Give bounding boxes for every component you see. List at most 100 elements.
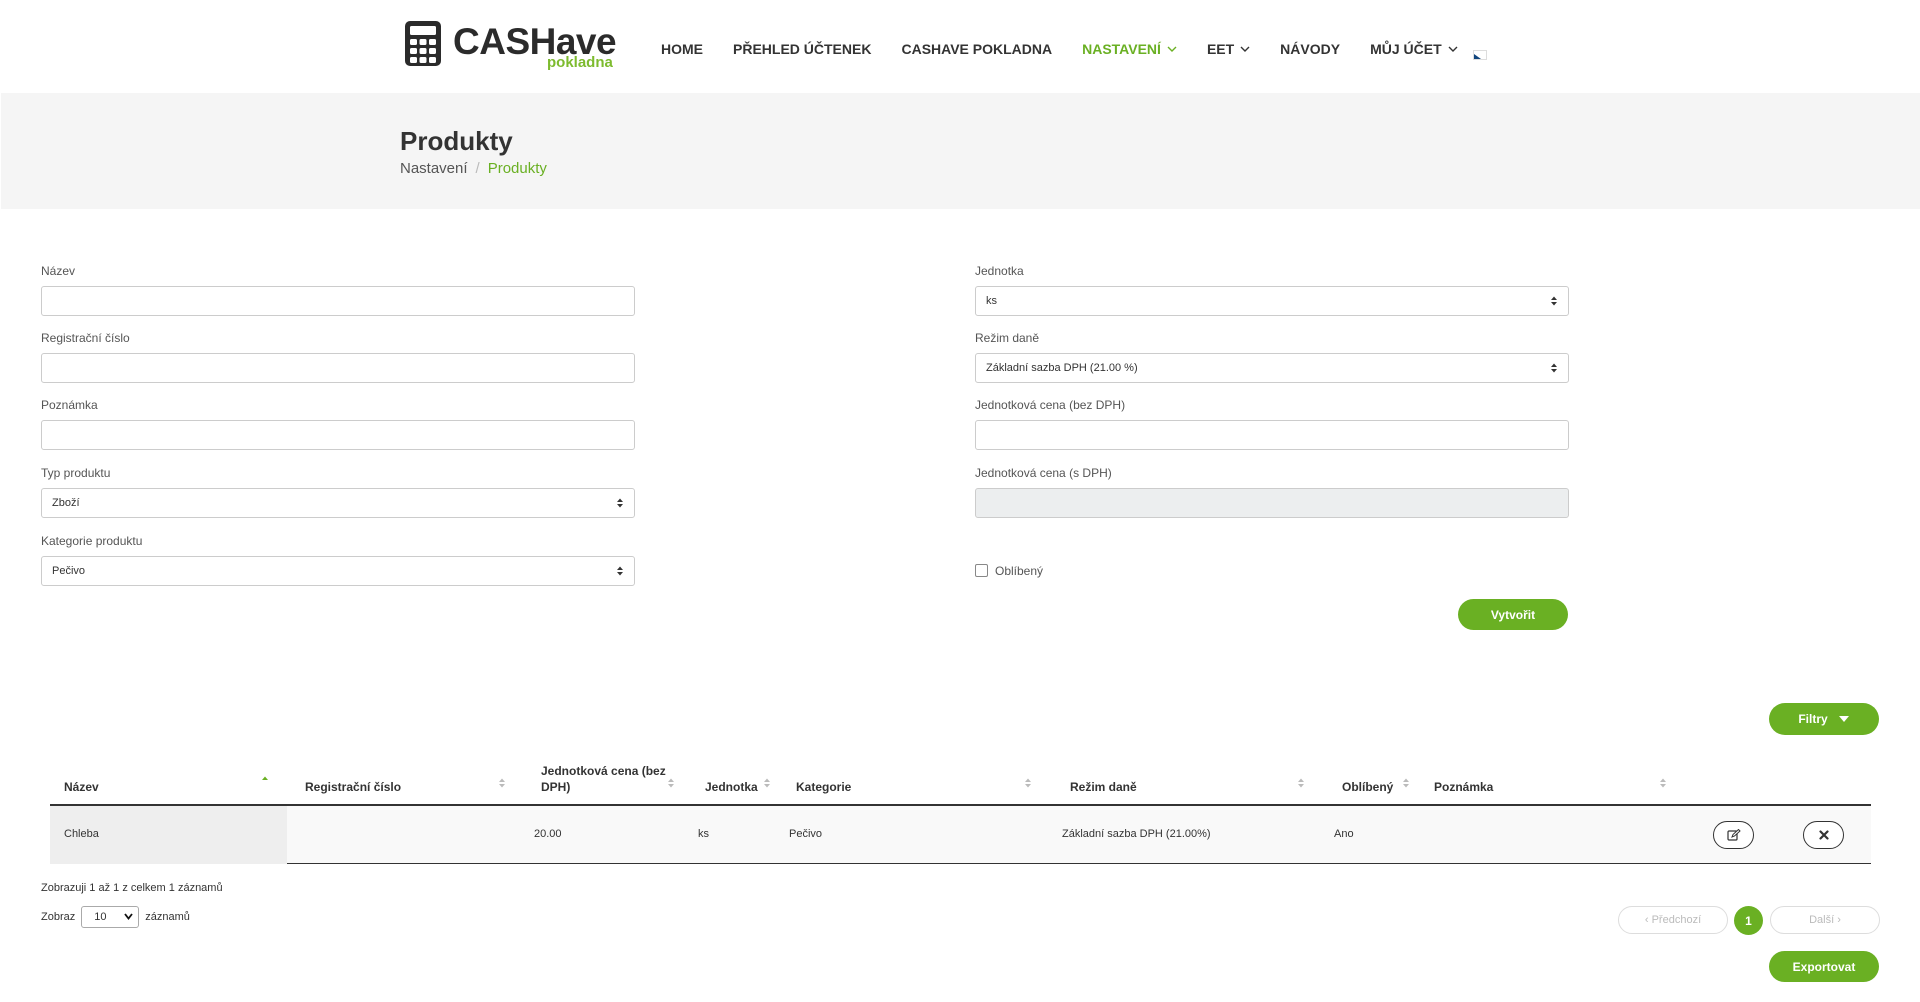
price-without-vat-label: Jednotková cena (bez DPH) xyxy=(975,398,1126,412)
select-arrows-icon xyxy=(1551,296,1557,306)
product-type-value: Zboží xyxy=(52,497,80,509)
price-without-vat-input[interactable] xyxy=(975,420,1569,450)
export-button[interactable]: Exportovat xyxy=(1769,951,1879,982)
nav-my-account-label: MŮJ ÚČET xyxy=(1370,41,1442,57)
nav-cashave-pos-label: CASHAVE POKLADNA xyxy=(901,41,1053,57)
sort-icon[interactable] xyxy=(498,777,506,789)
chevron-down-icon xyxy=(124,913,133,920)
table-info: Zobrazuji 1 až 1 z celkem 1 záznamů xyxy=(41,882,223,894)
nav-home[interactable]: HOME xyxy=(661,41,703,57)
price-with-vat-input xyxy=(975,488,1569,518)
pagination-previous: ‹ Předchozí xyxy=(1618,906,1728,934)
note-label: Poznámka xyxy=(41,398,98,412)
chevron-down-icon xyxy=(1240,46,1250,52)
pagination-next-label: Další › xyxy=(1809,914,1841,926)
select-arrows-icon xyxy=(1551,363,1557,373)
pagination-page-label: 1 xyxy=(1745,913,1752,928)
col-tax-mode[interactable]: Režim daně xyxy=(1070,779,1137,795)
nav-my-account[interactable]: MŮJ ÚČET xyxy=(1370,41,1458,57)
caret-down-icon xyxy=(1838,716,1849,722)
sort-icon[interactable] xyxy=(1024,777,1032,789)
chevron-down-icon xyxy=(1448,46,1458,52)
select-arrows-icon xyxy=(617,566,623,576)
col-unit-price-line2[interactable]: DPH) xyxy=(541,779,570,795)
col-unit-price-line1[interactable]: Jednotková cena (bez xyxy=(541,763,666,779)
close-icon xyxy=(1818,830,1829,840)
main-nav: HOME PŘEHLED ÚČTENEK CASHAVE POKLADNA NA… xyxy=(661,38,1488,60)
pagination-page-1[interactable]: 1 xyxy=(1734,906,1763,935)
brand-logo[interactable]: CASHave pokladna xyxy=(405,19,620,73)
cell-category: Pečivo xyxy=(789,828,823,840)
name-label: Název xyxy=(41,264,76,278)
edit-button[interactable] xyxy=(1713,821,1754,849)
sort-icon[interactable] xyxy=(1297,777,1305,789)
product-category-value: Pečivo xyxy=(52,565,86,577)
product-category-select[interactable]: Pečivo xyxy=(41,556,635,586)
sort-icon[interactable] xyxy=(1402,777,1410,789)
pagination-previous-label: ‹ Předchozí xyxy=(1644,914,1702,926)
cell-favorite: Ano xyxy=(1334,828,1354,840)
unit-select[interactable]: ks xyxy=(975,286,1569,316)
page-length-suffix: záznamů xyxy=(145,911,190,923)
sort-asc-icon[interactable] xyxy=(261,775,269,787)
sort-icon[interactable] xyxy=(763,777,771,789)
col-category[interactable]: Kategorie xyxy=(796,779,851,795)
nav-guides-label: NÁVODY xyxy=(1280,41,1341,57)
name-input[interactable] xyxy=(41,286,635,316)
page-header-band xyxy=(1,93,1920,209)
nav-receipts-label: PŘEHLED ÚČTENEK xyxy=(733,41,872,57)
product-type-select[interactable]: Zboží xyxy=(41,488,635,518)
tax-mode-value: Základní sazba DPH (21.00 %) xyxy=(986,362,1138,374)
col-name[interactable]: Název xyxy=(64,779,99,795)
col-favorite[interactable]: Oblíbený xyxy=(1342,779,1393,795)
product-type-label: Typ produktu xyxy=(41,466,111,480)
page-length-select[interactable]: 10 xyxy=(81,906,140,928)
favorite-label: Oblíbený xyxy=(995,564,1044,578)
col-registration-number[interactable]: Registrační číslo xyxy=(305,779,401,795)
select-arrows-icon xyxy=(617,498,623,508)
col-note[interactable]: Poznámka xyxy=(1434,779,1493,795)
unit-label: Jednotka xyxy=(975,264,1024,278)
note-input[interactable] xyxy=(41,420,635,450)
create-button[interactable]: Vytvořit xyxy=(1458,599,1568,630)
delete-button[interactable] xyxy=(1803,821,1844,849)
cell-unit-price: 20.00 xyxy=(534,828,562,840)
filters-button-label: Filtry xyxy=(1798,712,1828,726)
calculator-icon xyxy=(405,21,441,66)
filters-button[interactable]: Filtry xyxy=(1769,703,1879,735)
tax-mode-label: Režim daně xyxy=(975,331,1040,345)
table-header: Název Registrační číslo Jednotková cena … xyxy=(50,755,1871,806)
brand-subtitle: pokladna xyxy=(547,54,613,71)
registration-number-label: Registrační číslo xyxy=(41,331,130,345)
breadcrumb-settings[interactable]: Nastavení xyxy=(400,160,468,178)
breadcrumb: Nastavení / Produkty xyxy=(400,160,547,178)
breadcrumb-separator: / xyxy=(475,160,480,177)
col-unit[interactable]: Jednotka xyxy=(705,779,758,795)
nav-guides[interactable]: NÁVODY xyxy=(1280,41,1340,57)
pagination-next: Další › xyxy=(1770,906,1880,934)
page-title: Produkty xyxy=(400,126,513,156)
chevron-down-icon xyxy=(1167,46,1177,52)
czech-flag-icon[interactable] xyxy=(1473,50,1487,60)
page-length: Zobraz 10 záznamů xyxy=(41,906,190,928)
nav-receipts[interactable]: PŘEHLED ÚČTENEK xyxy=(733,41,871,57)
nav-eet[interactable]: EET xyxy=(1207,41,1250,57)
favorite-checkbox[interactable] xyxy=(975,564,988,577)
top-navbar: CASHave pokladna HOME PŘEHLED ÚČTENEK CA… xyxy=(0,0,1920,93)
page-length-value: 10 xyxy=(94,911,107,923)
sort-icon[interactable] xyxy=(1659,777,1667,789)
edit-icon xyxy=(1726,829,1741,841)
unit-value: ks xyxy=(986,295,997,307)
nav-cashave-pos[interactable]: CASHAVE POKLADNA xyxy=(901,41,1052,57)
czech-flag-graphic xyxy=(1474,54,1486,59)
nav-eet-label: EET xyxy=(1206,41,1235,57)
page-length-prefix: Zobraz xyxy=(41,911,76,923)
sort-icon[interactable] xyxy=(667,777,675,789)
registration-number-input[interactable] xyxy=(41,353,635,383)
tax-mode-select[interactable]: Základní sazba DPH (21.00 %) xyxy=(975,353,1569,383)
table-row: Chleba 20.00 ks Pečivo Základní sazba DP… xyxy=(50,806,1871,864)
nav-home-label: HOME xyxy=(661,41,703,57)
nav-settings[interactable]: NASTAVENÍ xyxy=(1082,41,1177,57)
cell-name: Chleba xyxy=(64,828,99,840)
product-category-label: Kategorie produktu xyxy=(41,534,143,548)
